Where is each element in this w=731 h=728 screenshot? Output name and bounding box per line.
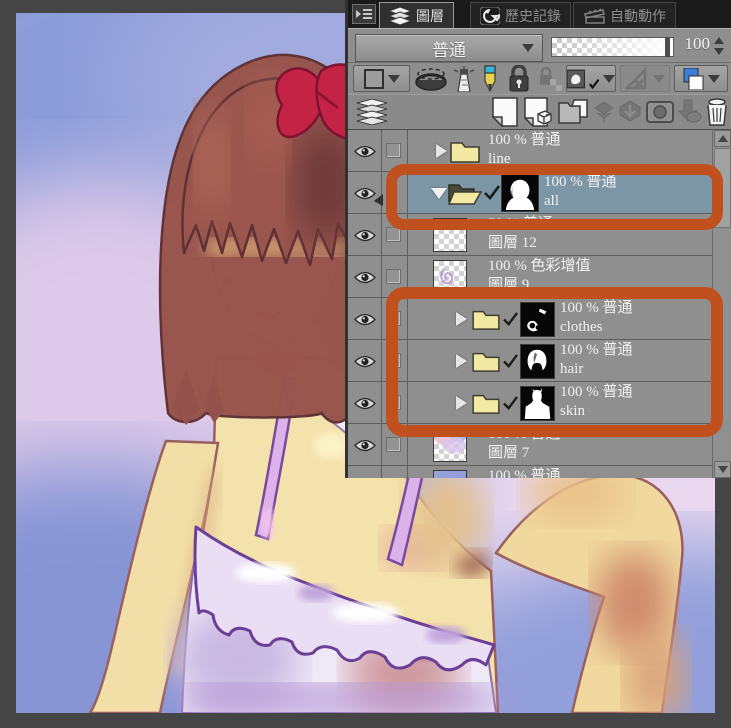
enable-mask-icon [567,69,585,88]
lock-layer-button[interactable] [504,65,534,92]
opacity-value: 100 [684,34,711,53]
visibility-eye-icon[interactable] [354,186,376,206]
layer-name-label: 圖層 12 [488,235,537,251]
lock-icon [509,65,529,92]
opacity-spinner[interactable] [714,37,726,57]
layer-tool-row [348,62,731,94]
new-vector-layer-icon [524,97,552,127]
visibility-eye-icon[interactable] [354,438,376,458]
blend-opacity-row: 普通 100 [348,28,731,62]
pencil-icon [484,65,496,92]
palette-color-icon [363,68,384,89]
apply-mask-button[interactable] [676,97,702,127]
lock-transparent-icon [540,66,562,91]
chevron-down-icon [387,74,400,83]
folder-closed-icon [450,142,480,163]
layer-color-icon [683,67,704,90]
delete-layer-button[interactable] [702,97,731,127]
transfer-down-icon [593,101,614,123]
new-layer-folder-button[interactable] [556,97,590,127]
layer-blend-label: 100 % 色彩增值 [488,258,591,274]
visibility-eye-icon[interactable] [354,354,376,374]
layer-color-button[interactable] [674,65,728,92]
new-folder-icon [558,99,588,124]
palette-tab-bar: 圖層 歷史記錄 自動動作 [348,0,731,28]
visibility-eye-icon[interactable] [354,144,376,164]
layer-mask-icon [646,101,674,123]
lock-transparent-pixels-button[interactable] [536,65,564,92]
layer-checkbox[interactable] [386,143,401,158]
layer-checkbox[interactable] [386,437,401,452]
scroll-up-icon [717,135,728,142]
create-layer-mask-button[interactable] [645,97,675,127]
check-icon [588,78,599,89]
chevron-down-icon [603,74,615,83]
annotation-box-part-folders [386,287,723,437]
tab-auto-action[interactable]: 自動動作 [573,2,676,28]
chevron-down-icon [522,44,534,52]
new-layer-icon [492,97,518,127]
set-reference-layer-button[interactable] [451,65,477,92]
annotation-box-all-layer [386,164,723,230]
scroll-down-icon [717,466,728,473]
tab-layers[interactable]: 圖層 [379,2,454,28]
ruler-icon [625,67,647,89]
layer-command-row [348,94,731,130]
layer-stack-icon[interactable] [354,97,390,127]
chevron-down-icon [653,74,665,83]
eye-column-divider [381,130,382,478]
clipping-icon [415,67,447,91]
expand-triangle-icon[interactable] [436,144,447,158]
app-window: { "panel": { "tabs": [ {"label": "圖層", "… [0,0,731,728]
scroll-up-button[interactable] [714,130,731,147]
spinner-up-icon[interactable] [714,37,724,44]
layer-checkbox[interactable] [386,269,401,284]
layers-stack-icon [357,99,387,125]
auto-action-icon [584,7,605,24]
palette-menu-button[interactable] [352,4,376,24]
trash-icon [707,98,727,126]
layers-icon [389,6,411,25]
visibility-eye-icon[interactable] [354,228,376,248]
tab-history-label: 歷史記錄 [505,9,561,25]
scroll-down-button[interactable] [714,461,731,478]
panel-menu-icon [356,9,372,19]
tab-history[interactable]: 歷史記錄 [470,2,571,28]
visibility-eye-icon[interactable] [354,270,376,290]
set-draft-layer-button[interactable] [478,65,502,92]
blend-mode-dropdown[interactable]: 普通 [355,34,543,62]
layer-blend-label: 100 % 普通 [488,132,561,148]
layer-row-partial[interactable]: 100 % 普通 [348,466,712,478]
spinner-down-icon[interactable] [714,48,724,55]
visibility-eye-icon[interactable] [354,396,376,416]
history-icon [480,6,500,25]
opacity-slider-handle[interactable] [665,37,670,57]
apply-mask-icon [677,99,702,123]
enable-mask-button[interactable] [566,65,616,92]
lighthouse-icon [453,65,475,92]
tab-layers-label: 圖層 [416,9,444,25]
ruler-range-button[interactable] [620,65,670,92]
tab-auto-action-label: 自動動作 [610,9,666,25]
editing-layer-indicator [374,194,383,206]
merge-with-below-button[interactable] [617,97,643,127]
chevron-down-icon [708,74,720,83]
transfer-to-below-button[interactable] [591,97,616,127]
layer-blend-label: 100 % 普通 [488,468,561,478]
opacity-slider[interactable] [551,37,674,57]
visibility-eye-icon[interactable] [354,312,376,332]
layer-thumbnail[interactable] [433,470,467,478]
new-raster-layer-button[interactable] [489,97,521,127]
new-vector-layer-button[interactable] [522,97,554,127]
layer-name-label: 圖層 7 [488,445,530,461]
clip-to-layer-below-button[interactable] [412,65,450,92]
blend-mode-value: 普通 [432,40,466,60]
merge-down-icon [619,100,641,122]
change-palette-color-button[interactable] [353,65,410,92]
layer-info: 100 % 普通 [488,467,561,478]
